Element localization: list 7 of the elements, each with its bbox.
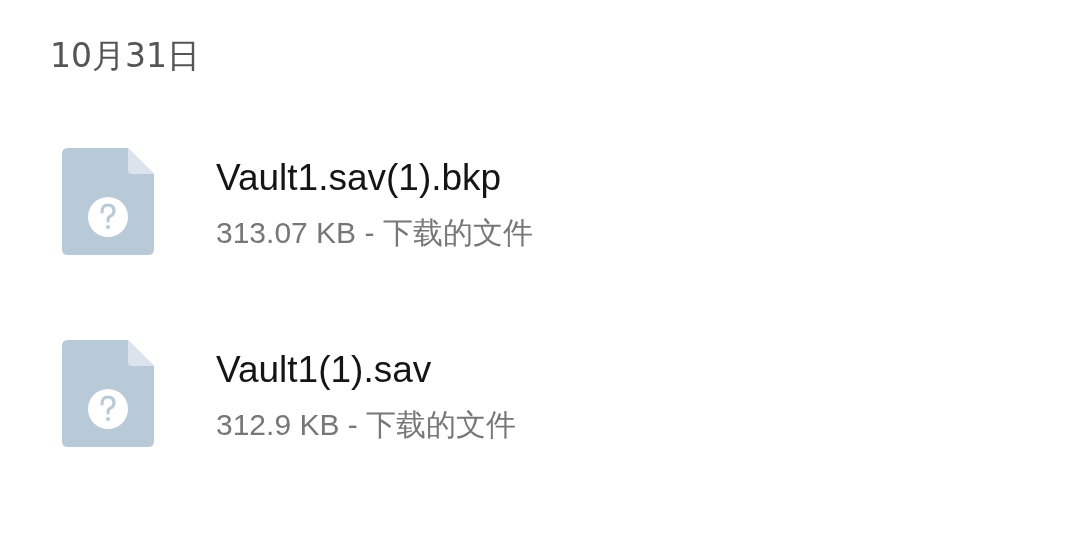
unknown-file-icon [62,340,154,447]
file-name[interactable]: Vault1(1).sav [216,347,517,392]
unknown-file-icon [62,148,154,255]
file-details: 313.07 KB - 下载的文件 [216,214,533,251]
file-name[interactable]: Vault1.sav(1).bkp [216,155,533,200]
date-header: 10月31日 [50,35,201,77]
file-details: 312.9 KB - 下载的文件 [216,406,517,443]
